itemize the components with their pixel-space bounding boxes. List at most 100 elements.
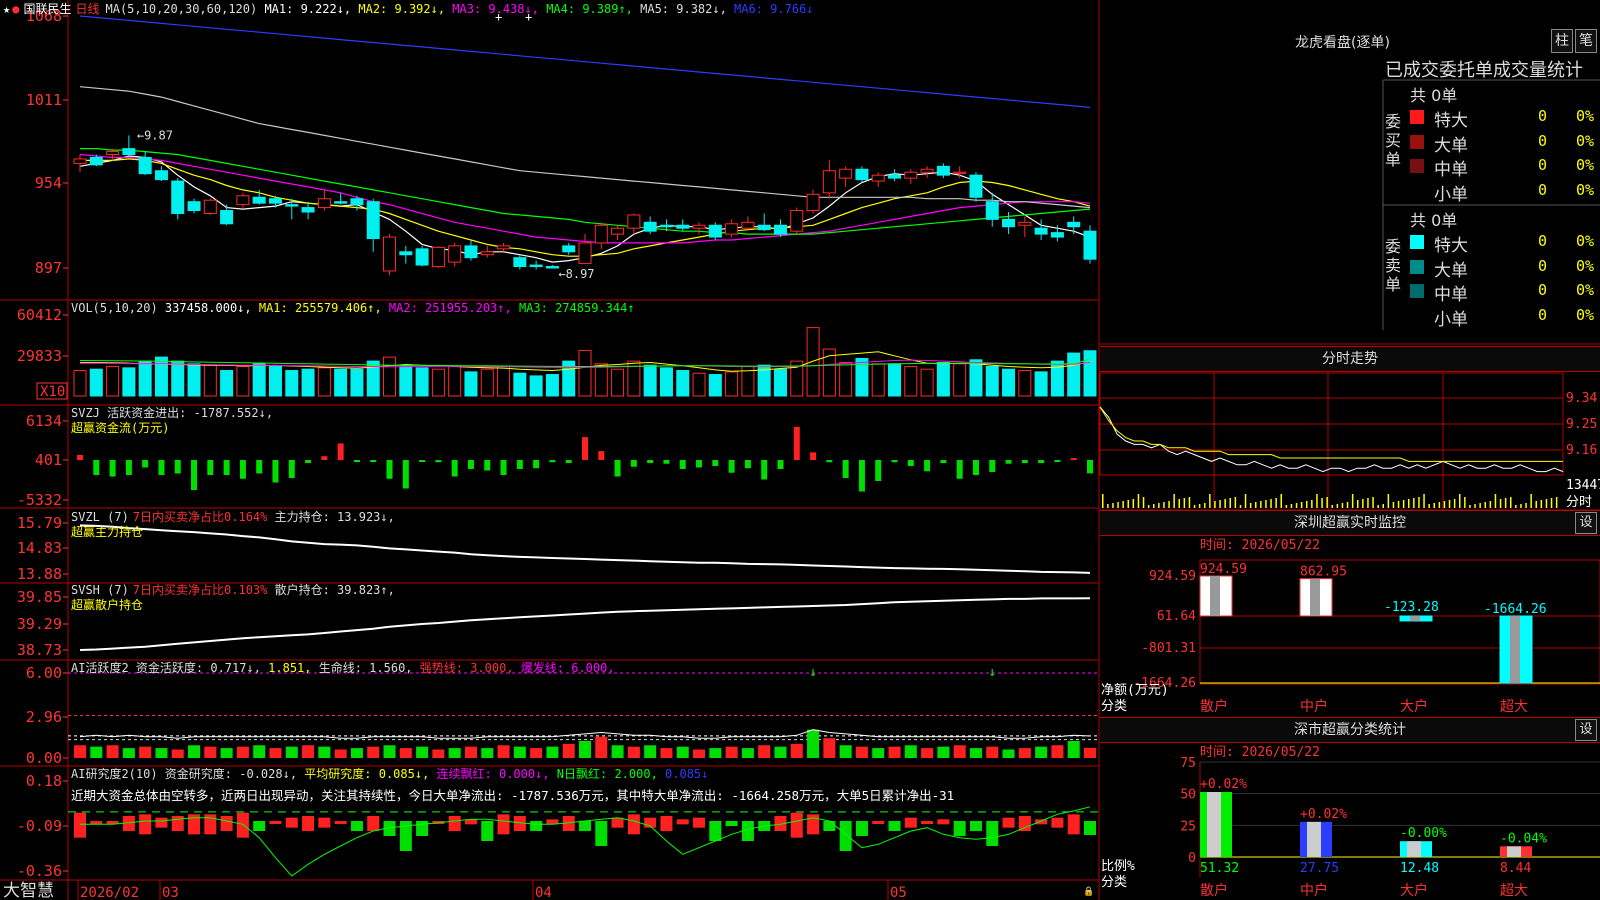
candle-body [187, 201, 201, 212]
sell-color-swatch [1410, 284, 1424, 298]
classify-title: 深市超赢分类统计 [1294, 722, 1406, 738]
intraday-vol-bar [1209, 494, 1211, 508]
svsh-chart[interactable] [79, 597, 1091, 651]
activity-bar [1018, 748, 1031, 758]
classify-bar-shade [1407, 841, 1421, 857]
classify-bar-shade [1307, 821, 1321, 857]
candle-body [431, 246, 445, 268]
monitor-chart[interactable]: 时间: 2026/05/22 924.59 61.64 -801.31 -1664.26… [1101, 538, 1600, 715]
intraday-vol-bar [1219, 500, 1221, 508]
candle-body [676, 224, 690, 229]
classify-unit: 比例% [1101, 859, 1135, 874]
volume-chart[interactable] [73, 327, 1097, 397]
buy-total: 共 0单 [1410, 86, 1458, 105]
axis-tick-label: 6.00 [26, 664, 62, 682]
volume-bar [659, 367, 673, 397]
intraday-vol-bar [1448, 500, 1451, 508]
volume-bar [839, 361, 853, 397]
volume-bar [464, 371, 478, 397]
intraday-vol-bar [1484, 502, 1486, 508]
intraday-chart[interactable]: 9.34 9.25 9.16 13447 分时 [1099, 372, 1600, 511]
monitor-settings-button[interactable]: 设 [1575, 512, 1597, 534]
sell-row-name: 大单 [1434, 260, 1468, 281]
buy-color-swatch [1410, 159, 1424, 173]
intraday-vol-bar [1244, 494, 1247, 508]
activity-bar [855, 746, 868, 758]
svzl-chart[interactable] [79, 524, 1091, 574]
ai-research-chart[interactable] [68, 806, 1099, 877]
svzj-bar [109, 460, 116, 477]
ma_header-item: MA3: 9.438↓, [445, 2, 539, 16]
svzj-bar [191, 460, 198, 491]
ai2_header-item: 连续飘红: 0.000↓, [429, 766, 549, 781]
svzj-bar [891, 460, 898, 463]
research-bar [448, 816, 461, 831]
candle-body [888, 174, 902, 179]
app-logo: 大智慧 [3, 881, 54, 900]
activity-bar [432, 749, 445, 758]
buy-row-name: 特大 [1434, 111, 1468, 131]
candle-body [383, 236, 397, 272]
ai1_header-item: 爆发线: 6.000, [514, 660, 615, 675]
intraday-vol-bar [1270, 499, 1272, 508]
intraday-vol-bar [1372, 497, 1374, 508]
bar-view-button[interactable]: 柱 [1551, 29, 1573, 53]
classify-chart[interactable]: 时间: 2026/05/22 75 50 25 0 +0.02% 51.32 +0.02% 27… [1101, 745, 1600, 899]
volume-bar [154, 356, 168, 397]
volume-bar [220, 370, 234, 397]
axis-tick-label: 6134 [26, 412, 62, 430]
monitor-category: 散户 [1200, 698, 1228, 715]
classify-bar-shade [1507, 846, 1521, 857]
monitor-y-tick: 61.64 [1157, 609, 1196, 624]
activity-bar [448, 748, 461, 758]
volume-bar [138, 360, 152, 397]
volume-bar [317, 367, 331, 397]
research-bar [220, 816, 233, 831]
candle-body [203, 199, 217, 214]
buy-color-swatch [1410, 110, 1424, 124]
classify-settings-button[interactable]: 设 [1575, 719, 1597, 741]
volume-bar [431, 368, 445, 397]
svzl-line [79, 524, 1091, 574]
tick-view-button[interactable]: 笔 [1575, 29, 1597, 53]
svzj-bar [125, 460, 132, 476]
svsh-line [79, 597, 1091, 651]
activity-bar [269, 748, 282, 758]
intraday-vol-bar [1285, 505, 1288, 508]
activity-bar [986, 746, 999, 758]
research-bar [90, 821, 103, 824]
candle-body [236, 195, 250, 206]
chart-area[interactable]: 106810119548976041229833X106134401-53321… [0, 0, 1600, 900]
activity-bar [139, 746, 152, 758]
research-bar [888, 821, 901, 831]
research-bar [1051, 817, 1064, 828]
candle-body [806, 193, 820, 212]
svzj-chart[interactable] [77, 426, 1093, 492]
intraday-vol-bar [1316, 494, 1318, 508]
activity-bar [758, 745, 771, 758]
activity-bar [530, 748, 543, 758]
volume-bar [415, 367, 429, 397]
activity-bar [807, 729, 820, 758]
svzj-bar [647, 460, 654, 464]
sell-color-swatch [1410, 259, 1424, 274]
stock-name: 国联民生 [23, 2, 71, 16]
price-chart[interactable]: ←9.87←8.97+ + [73, 10, 1097, 281]
intraday-vol-bar [1193, 505, 1196, 508]
ai-activity-chart[interactable]: ↓ ↓ [68, 665, 1099, 758]
intraday-vol-bar [1311, 500, 1313, 508]
volume-bar [203, 364, 217, 397]
buy-color-swatch [1410, 134, 1424, 149]
svzj-bar [924, 460, 931, 472]
svzj-bar [630, 460, 637, 467]
ma-line-ma6 [79, 15, 1091, 108]
candle-body [268, 198, 282, 204]
activity-bar [546, 746, 559, 758]
candle-body [953, 171, 967, 174]
activity-bar [236, 746, 249, 758]
intraday-vol-bar [1249, 503, 1252, 508]
classify-y-tick: 0 [1188, 851, 1196, 866]
svzj-bar [239, 460, 246, 479]
activity-bar [497, 745, 510, 758]
research-bar [904, 817, 917, 828]
